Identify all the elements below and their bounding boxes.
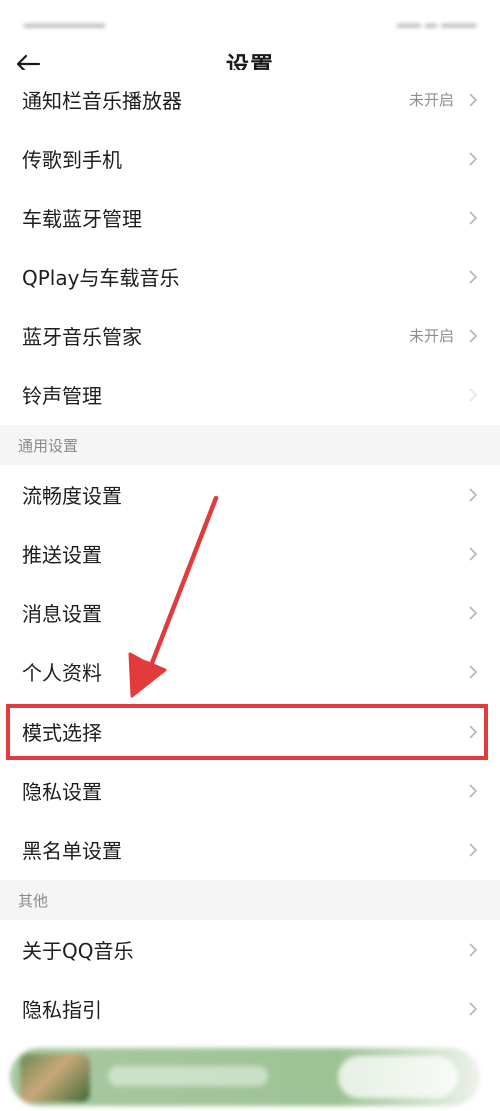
row-label: 隐私指引 — [22, 998, 102, 1022]
chevron-right-icon — [468, 724, 478, 740]
player-control-placeholder[interactable] — [338, 1056, 458, 1098]
section-title: 其他 — [18, 891, 49, 910]
chevron-right-icon — [468, 328, 478, 344]
chevron-right-icon — [468, 269, 478, 285]
setting-row-mode-select[interactable]: 模式选择 — [0, 702, 500, 761]
row-label: 模式选择 — [22, 721, 102, 745]
chevron-right-icon — [468, 605, 478, 621]
row-label: 铃声管理 — [22, 384, 102, 408]
setting-row-blacklist[interactable]: 黑名单设置 — [0, 820, 500, 879]
settings-screen: ▁▁▁▁▁▁▁ ▁▁ ▁ ▁▁▁ 设置 通知栏音乐播放器 未开启 传歌到手机 车… — [0, 0, 500, 1111]
chevron-right-icon — [468, 487, 478, 503]
chevron-right-icon — [468, 842, 478, 858]
album-cover — [20, 1054, 90, 1102]
row-label: 消息设置 — [22, 602, 102, 626]
setting-row-qplay-car[interactable]: QPlay与车载音乐 — [0, 247, 500, 306]
setting-row-bluetooth-butler[interactable]: 蓝牙音乐管家 未开启 — [0, 306, 500, 365]
row-label: 黑名单设置 — [22, 839, 122, 863]
setting-row-message[interactable]: 消息设置 — [0, 583, 500, 642]
setting-row-profile[interactable]: 个人资料 — [0, 642, 500, 701]
row-label: 通知栏音乐播放器 — [22, 89, 182, 113]
row-status-value: 未开启 — [408, 91, 454, 109]
setting-row-ringtone[interactable]: 铃声管理 — [0, 365, 500, 424]
chevron-right-icon — [468, 92, 478, 108]
row-label: 推送设置 — [22, 543, 102, 567]
section-title: 通用设置 — [18, 436, 79, 455]
setting-row-about[interactable]: 关于QQ音乐 — [0, 920, 500, 979]
row-status-value: 未开启 — [408, 327, 454, 345]
setting-row-privacy-guide[interactable]: 隐私指引 — [0, 979, 500, 1038]
chevron-right-icon — [468, 1001, 478, 1017]
setting-row-push[interactable]: 推送设置 — [0, 524, 500, 583]
chevron-right-icon — [468, 210, 478, 226]
row-label: 隐私设置 — [22, 780, 102, 804]
chevron-right-icon — [468, 546, 478, 562]
row-label: QPlay与车载音乐 — [22, 266, 180, 290]
setting-row-notification-player[interactable]: 通知栏音乐播放器 未开启 — [0, 70, 500, 129]
section-header-other: 其他 — [0, 880, 500, 920]
setting-row-privacy[interactable]: 隐私设置 — [0, 761, 500, 820]
chevron-right-icon — [468, 783, 478, 799]
row-label: 关于QQ音乐 — [22, 939, 134, 963]
row-label: 流畅度设置 — [22, 484, 122, 508]
status-bar: ▁▁▁▁▁▁▁ ▁▁ ▁ ▁▁▁ — [0, 0, 500, 36]
row-label: 传歌到手机 — [22, 148, 122, 172]
status-icons-placeholder: ▁▁ ▁ ▁▁▁ — [397, 9, 476, 27]
row-label: 蓝牙音乐管家 — [22, 325, 142, 349]
chevron-right-icon — [468, 942, 478, 958]
row-label: 个人资料 — [22, 661, 102, 685]
song-info-placeholder — [108, 1066, 268, 1086]
setting-row-smoothness[interactable]: 流畅度设置 — [0, 465, 500, 524]
setting-row-car-bluetooth[interactable]: 车载蓝牙管理 — [0, 188, 500, 247]
chevron-right-icon — [468, 151, 478, 167]
setting-row-transfer-songs[interactable]: 传歌到手机 — [0, 129, 500, 188]
carrier-placeholder: ▁▁▁▁▁▁▁ — [24, 9, 105, 27]
chevron-right-icon — [468, 387, 478, 403]
chevron-right-icon — [468, 664, 478, 680]
row-label: 车载蓝牙管理 — [22, 207, 142, 231]
mini-player[interactable] — [10, 1048, 480, 1106]
section-header-general: 通用设置 — [0, 425, 500, 465]
